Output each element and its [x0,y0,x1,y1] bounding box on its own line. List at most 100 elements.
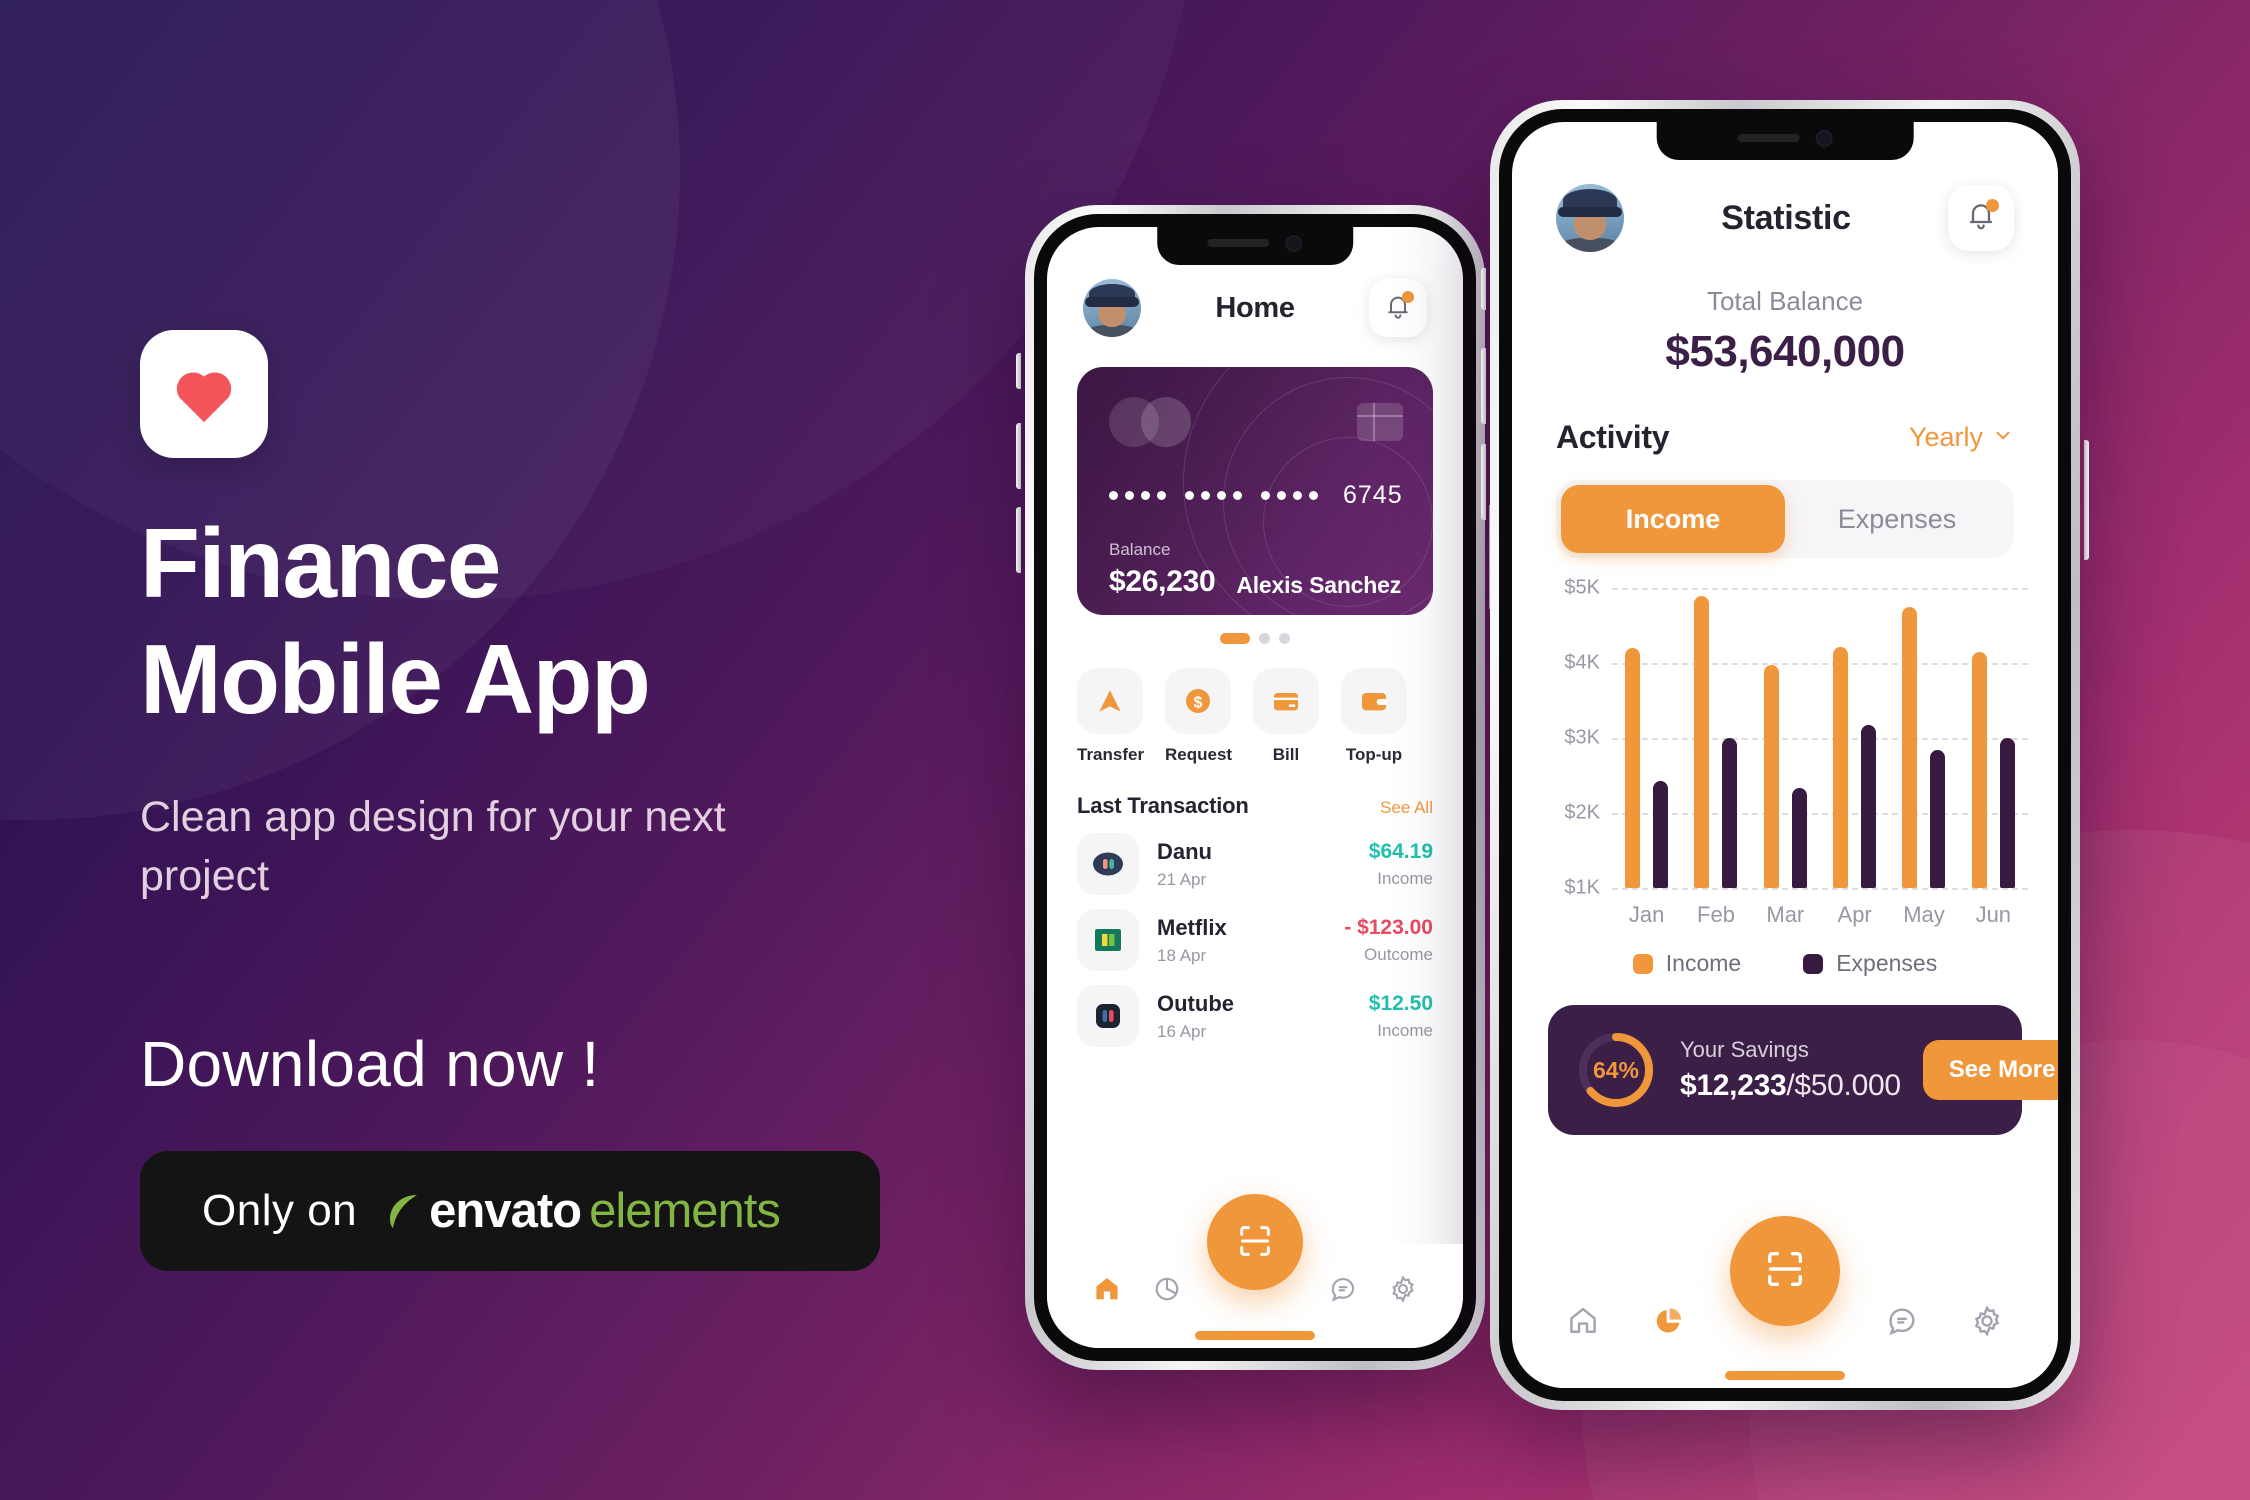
bar-expenses[interactable] [1722,738,1738,888]
tab-statistics[interactable] [1645,1298,1691,1344]
savings-title: Your Savings [1680,1037,1809,1062]
table-row[interactable]: Outube 16 Apr $12.50 Income [1047,971,1463,1047]
headline-line-1: Finance [140,508,501,618]
table-row[interactable]: Metflix 18 Apr - $123.00 Outcome [1047,895,1463,971]
chevron-down-icon [1992,422,2014,453]
activity-bar-chart: $1K $2K $3K $4K $5K [1538,577,2032,899]
transactions-header: Last Transaction See All [1047,765,1463,819]
bar-income[interactable] [1833,646,1849,888]
tab-messages[interactable] [1323,1269,1363,1309]
outube-app-icon [1077,985,1139,1047]
savings-card: 64% Your Savings $12,233/$50.000 See Mor… [1548,1005,2058,1135]
earpiece-speaker [1737,134,1800,142]
notification-button[interactable] [1947,185,2014,251]
home-indicator [1725,1371,1845,1380]
x-tick-label: May [1903,902,1945,927]
phone-bezel: Statistic Total Balance $53,640,000 Acti… [1499,109,2071,1401]
period-selector[interactable]: Yearly [1909,422,2014,453]
action-topup[interactable]: Top-up [1341,668,1407,765]
home-screen: Home 6745 Balance $26,230 Alexis Sanchez… [1047,227,1463,1348]
tab-settings[interactable] [1964,1298,2010,1344]
x-tick-label: Mar [1766,902,1805,927]
avatar[interactable] [1556,184,1624,252]
bar-income[interactable] [1902,606,1918,888]
tab-home[interactable] [1087,1269,1127,1309]
badge-brand-secondary: elements [589,1183,781,1238]
tab-income[interactable]: Income [1561,485,1785,553]
power-button [2084,440,2089,560]
x-tick-label: Jun [1975,902,2012,927]
action-transfer[interactable]: Transfer [1077,668,1145,765]
tab-settings[interactable] [1383,1269,1423,1309]
subheadline: Clean app design for your next project [140,792,726,901]
x-tick-label: Jan [1628,902,1665,927]
front-camera [1815,129,1833,147]
page-title: Home [1215,291,1295,324]
table-row[interactable]: Danu 21 Apr $64.19 Income [1047,819,1463,895]
action-request[interactable]: $ Request [1165,668,1232,765]
carousel-dot[interactable] [1259,633,1270,644]
transaction-amount: - $123.00 [1344,915,1433,939]
activity-header: Activity Yearly [1512,419,2058,456]
scan-icon [1762,1246,1808,1297]
action-bill[interactable]: Bill [1253,668,1319,765]
envato-elements-badge[interactable]: Only on envato elements [140,1150,880,1271]
carousel-dot[interactable] [1220,633,1250,644]
transaction-date: 16 Apr [1157,1021,1207,1041]
transaction-amount: $12.50 [1368,991,1433,1015]
bar-income[interactable] [1625,648,1641,888]
bar-expenses[interactable] [1791,788,1807,888]
volume-down-button [1481,444,1486,520]
see-more-button[interactable]: See More [1922,1040,2058,1100]
savings-percent-label: 64% [1592,1056,1640,1083]
savings-current: $12,233 [1680,1069,1787,1102]
bar-group [1959,588,2028,888]
scan-fab-button[interactable] [1207,1194,1303,1290]
avatar[interactable] [1083,279,1141,337]
bar-income[interactable] [1763,664,1779,888]
bar-expenses[interactable] [1861,725,1877,888]
mute-switch [1016,353,1021,389]
savings-progress-ring: 64% [1574,1028,1658,1112]
metflix-app-icon [1077,909,1139,971]
badge-prefix-label: Only on [202,1185,358,1235]
tab-messages[interactable] [1879,1298,1925,1344]
action-label: Transfer [1077,745,1145,764]
tab-home[interactable] [1560,1298,1606,1344]
period-label: Yearly [1908,422,1983,452]
phone-notch [1157,227,1353,265]
card-carousel-dots[interactable] [1047,633,1463,644]
legend-swatch [1803,953,1824,974]
credit-card[interactable]: 6745 Balance $26,230 Alexis Sanchez [1077,367,1433,615]
bar-expenses[interactable] [1999,738,2015,888]
legend-swatch [1632,953,1653,974]
cta-heading: Download now ! [140,1027,600,1100]
legend-item-income: Income [1632,950,1742,977]
badge-brand-primary: envato [429,1183,582,1238]
page-title: Statistic [1721,198,1851,237]
volume-up-button [1016,423,1021,489]
chart-bars [1612,588,2028,888]
scan-fab-button[interactable] [1730,1216,1840,1326]
credit-card-icon [1253,668,1319,734]
notification-button[interactable] [1369,279,1427,337]
bar-income[interactable] [1971,651,1987,888]
bar-expenses[interactable] [1930,750,1946,888]
total-balance-block: Total Balance $53,640,000 [1512,286,2058,377]
see-all-link[interactable]: See All [1380,798,1433,818]
wallet-icon [1341,668,1407,734]
tab-expenses[interactable]: Expenses [1785,485,2009,553]
bar-expenses[interactable] [1653,780,1669,888]
carousel-dot[interactable] [1279,633,1290,644]
card-balance-value: $26,230 [1109,565,1216,598]
y-tick-label: $1K [1564,876,1600,899]
legend-label: Expenses [1836,950,1938,976]
send-arrow-icon [1077,668,1143,734]
envato-logo: envato elements [387,1183,781,1239]
phone-mockup-home: Home 6745 Balance $26,230 Alexis Sanchez… [1016,205,1494,1370]
chart-y-axis: $1K $2K $3K $4K $5K [1538,577,1600,899]
bar-income[interactable] [1694,595,1710,888]
transaction-date: 21 Apr [1157,869,1207,889]
tab-statistics[interactable] [1147,1269,1187,1309]
legend-label: Income [1665,950,1742,976]
